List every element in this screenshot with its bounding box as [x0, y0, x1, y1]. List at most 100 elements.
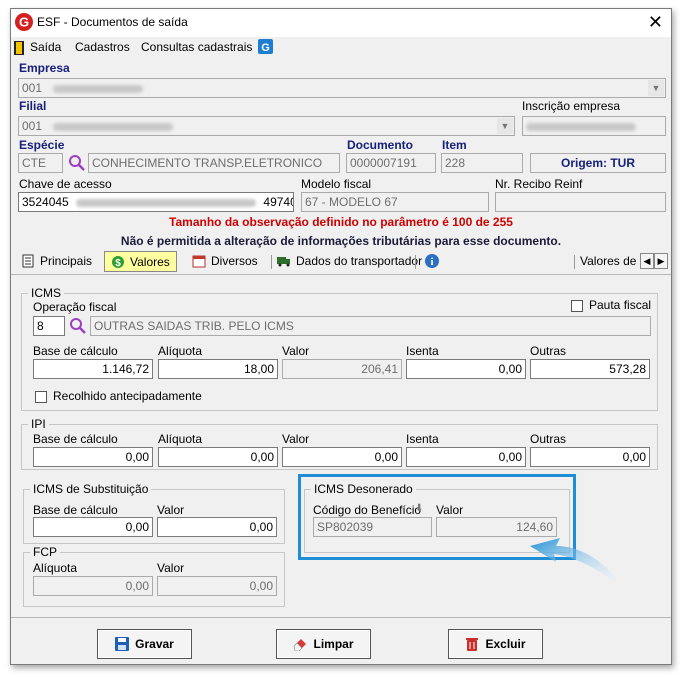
limpar-label: Limpar — [313, 637, 354, 651]
fcp-aliquota-field: 0,00 — [33, 576, 153, 596]
item-field[interactable]: 228 — [441, 153, 523, 173]
especie-desc-field: CONHECIMENTO TRANSP.ELETRONICO — [88, 153, 340, 173]
st-base-field[interactable]: 0,00 — [33, 517, 153, 537]
tab-valores-impostos[interactable]: Valores de ir — [580, 251, 640, 272]
icms-aliquota-label: Alíquota — [158, 344, 203, 358]
main-window: G ESF - Documentos de saída ✕ Saída Cada… — [10, 8, 672, 665]
tab-principais-label: Principais — [40, 254, 93, 268]
svg-text:$: $ — [115, 258, 121, 269]
st-base-label: Base de cálculo — [33, 503, 118, 517]
gravar-button[interactable]: Gravar — [97, 629, 192, 659]
ipi-outras-field[interactable]: 0,00 — [530, 447, 650, 467]
ipi-outras-label: Outras — [530, 432, 567, 446]
recolhido-checkbox[interactable] — [35, 391, 47, 403]
especie-label: Espécie — [19, 138, 65, 152]
warning-message: Tamanho da observação definido no parâme… — [169, 215, 513, 229]
st-valor-label: Valor — [157, 503, 185, 517]
pauta-label: Pauta fiscal — [589, 298, 652, 312]
especie-code-field[interactable]: CTE — [18, 153, 63, 173]
fcp-valor-field: 0,00 — [157, 576, 277, 596]
ipi-valor-label: Valor — [282, 432, 310, 446]
app-help-icon[interactable]: G — [258, 39, 273, 54]
tab-valores-label: Valores — [130, 255, 170, 269]
menu-cadastros[interactable]: Cadastros — [75, 40, 130, 54]
ipi-valor-field[interactable]: 0,00 — [282, 447, 402, 467]
menu-saida[interactable]: Saída — [30, 40, 61, 54]
tab-bar: Principais $ Valores Diversos Dados do tr… — [11, 249, 671, 273]
tab-dados-transportador[interactable]: Dados do transportador — [277, 251, 422, 272]
eraser-icon — [294, 639, 307, 651]
pauta-checkbox[interactable] — [571, 300, 583, 312]
filial-select[interactable]: 001 ▼ — [18, 116, 515, 136]
trash-icon — [466, 638, 479, 651]
fcp-title: FCP — [30, 545, 60, 559]
menu-consultas[interactable]: Consultas cadastrais — [141, 40, 252, 54]
document-icon — [22, 254, 34, 268]
footer-bar: Gravar Limpar Excluir — [11, 617, 671, 665]
search-icon[interactable] — [69, 317, 87, 335]
limpar-button[interactable]: Limpar — [276, 629, 371, 659]
icms-isenta-label: Isenta — [406, 344, 439, 358]
tab-diversos-label: Diversos — [211, 254, 258, 268]
operacao-label: Operação fiscal — [33, 300, 117, 314]
pointer-arrow-icon — [530, 538, 628, 592]
recibo-label: Nr. Recibo Reinf — [495, 177, 583, 191]
icms-st-title: ICMS de Substituição — [30, 482, 152, 496]
info-icon[interactable]: i — [424, 253, 440, 269]
tab-dados-transportador-label: Dados do transportador — [296, 254, 423, 268]
inscricao-field — [522, 116, 666, 136]
ipi-title: IPI — [28, 417, 49, 431]
chave-field[interactable]: 3524045 49740 — [18, 192, 294, 212]
ipi-base-field[interactable]: 0,00 — [33, 447, 153, 467]
empresa-label: Empresa — [19, 61, 70, 75]
modelo-field: 67 - MODELO 67 — [301, 192, 489, 212]
ipi-aliquota-field[interactable]: 0,00 — [158, 447, 278, 467]
truck-icon — [277, 257, 290, 267]
excluir-label: Excluir — [485, 637, 526, 651]
ipi-base-label: Base de cálculo — [33, 432, 118, 446]
fcp-aliquota-label: Alíquota — [33, 561, 78, 575]
icms-base-label: Base de cálculo — [33, 344, 118, 358]
st-valor-field[interactable]: 0,00 — [157, 517, 277, 537]
operacao-desc-field: OUTRAS SAIDAS TRIB. PELO ICMS — [90, 316, 651, 336]
scroll-right-icon[interactable]: ▶ — [654, 253, 668, 269]
scroll-left-icon[interactable]: ◀ — [640, 253, 654, 269]
money-icon: $ — [112, 256, 124, 269]
documento-field[interactable]: 0000007191 — [346, 153, 436, 173]
ipi-aliquota-label: Alíquota — [158, 432, 203, 446]
icms-valor-field: 206,41 — [282, 359, 402, 379]
menu-bar: Saída Cadastros Consultas cadastrais G — [11, 37, 671, 59]
svg-text:G: G — [261, 42, 270, 54]
excluir-button[interactable]: Excluir — [448, 629, 543, 659]
inscricao-label: Inscrição empresa — [522, 99, 621, 113]
window-title: ESF - Documentos de saída — [37, 15, 188, 29]
filial-value: 001 — [22, 119, 43, 133]
chave-prefix: 3524045 — [22, 195, 69, 209]
origem-badge: Origem: TUR — [530, 153, 666, 173]
icms-outras-field[interactable]: 573,28 — [530, 359, 650, 379]
icms-base-field[interactable]: 1.146,72 — [33, 359, 153, 379]
save-icon — [115, 637, 130, 651]
info-message: Não é permitida a alteração de informaçõ… — [120, 234, 562, 248]
recolhido-label: Recolhido antecipadamente — [53, 389, 202, 403]
app-logo-icon: G — [15, 13, 33, 31]
tab-valores[interactable]: $ Valores — [104, 251, 177, 272]
empresa-select[interactable]: 001 ▼ — [18, 78, 666, 98]
chevron-down-icon: ▼ — [648, 80, 664, 96]
gravar-label: Gravar — [135, 637, 174, 651]
empresa-value: 001 — [22, 81, 43, 95]
tab-principais[interactable]: Principais — [21, 251, 92, 272]
recibo-field[interactable] — [495, 192, 666, 212]
chave-suffix: 49740 — [263, 195, 294, 209]
ipi-isenta-field[interactable]: 0,00 — [406, 447, 526, 467]
tab-diversos[interactable]: Diversos — [192, 251, 258, 272]
svg-text:G: G — [19, 15, 29, 30]
icms-isenta-field[interactable]: 0,00 — [406, 359, 526, 379]
calendar-icon — [192, 255, 206, 268]
close-icon[interactable]: ✕ — [648, 12, 663, 32]
search-icon[interactable] — [68, 154, 86, 172]
operacao-code-field[interactable]: 8 — [33, 316, 65, 336]
title-bar: G ESF - Documentos de saída ✕ — [11, 9, 671, 37]
icms-aliquota-field[interactable]: 18,00 — [158, 359, 278, 379]
svg-text:i: i — [430, 256, 433, 268]
